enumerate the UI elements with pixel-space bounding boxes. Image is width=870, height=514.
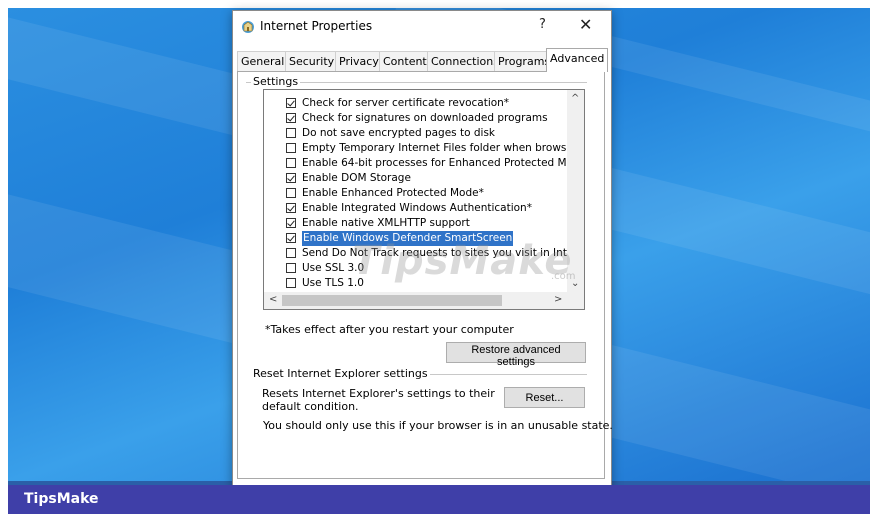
setting-checkbox[interactable]: [286, 113, 296, 123]
tab-general[interactable]: General: [237, 51, 289, 71]
tab-connections[interactable]: Connections: [427, 51, 503, 71]
setting-checkbox[interactable]: [286, 278, 296, 288]
setting-checkbox[interactable]: [286, 98, 296, 108]
title-bar: Internet Properties ? ✕: [233, 11, 611, 43]
horizontal-scrollbar[interactable]: < >: [264, 292, 584, 309]
setting-label: Empty Temporary Internet Files folder wh…: [302, 142, 585, 154]
restore-advanced-settings-button[interactable]: Restore advanced settings: [446, 342, 586, 368]
tab-security[interactable]: Security: [285, 51, 339, 71]
setting-checkbox[interactable]: [286, 263, 296, 273]
internet-options-icon: [242, 21, 254, 33]
reset-group-label: Reset Internet Explorer settings: [251, 367, 430, 380]
tab-privacy[interactable]: Privacy: [335, 51, 383, 71]
setting-checkbox[interactable]: [286, 188, 296, 198]
tab-content[interactable]: Content: [379, 51, 431, 71]
scroll-up-icon[interactable]: ^: [571, 93, 579, 104]
dialog-title: Internet Properties: [260, 19, 373, 33]
setting-label: Check for server certificate revocation*: [302, 97, 510, 109]
footer-bar: TipsMake: [8, 485, 870, 514]
watermark: TipsMake: [352, 238, 573, 284]
setting-checkbox[interactable]: [286, 248, 296, 258]
setting-label: Enable DOM Storage: [302, 172, 411, 184]
setting-checkbox[interactable]: [286, 143, 296, 153]
setting-checkbox[interactable]: [286, 233, 296, 243]
settings-group-label: Settings: [251, 75, 301, 88]
setting-checkbox[interactable]: [286, 203, 296, 213]
reset-warning: You should only use this if your browser…: [263, 419, 613, 432]
setting-checkbox[interactable]: [286, 173, 296, 183]
tab-advanced[interactable]: Advanced: [546, 48, 609, 72]
horizontal-scroll-thumb[interactable]: [282, 295, 502, 306]
setting-label: Enable native XMLHTTP support: [302, 217, 470, 229]
reset-description: Resets Internet Explorer's settings to t…: [262, 387, 495, 413]
help-button[interactable]: ?: [539, 17, 546, 32]
close-button[interactable]: ✕: [579, 15, 592, 34]
setting-checkbox[interactable]: [286, 158, 296, 168]
restart-note: *Takes effect after you restart your com…: [265, 323, 514, 336]
watermark-suffix: .com: [551, 271, 576, 282]
scroll-left-icon[interactable]: <: [269, 294, 277, 305]
setting-checkbox[interactable]: [286, 128, 296, 138]
scroll-right-icon[interactable]: >: [554, 294, 562, 305]
setting-label: Do not save encrypted pages to disk: [302, 127, 496, 139]
setting-label: Enable Enhanced Protected Mode*: [302, 187, 484, 199]
setting-label: Check for signatures on downloaded progr…: [302, 112, 548, 124]
reset-button[interactable]: Reset...: [504, 387, 585, 408]
setting-label: Enable 64-bit processes for Enhanced Pro…: [302, 157, 585, 169]
setting-label: Enable Integrated Windows Authentication…: [302, 202, 532, 214]
setting-checkbox[interactable]: [286, 218, 296, 228]
footer-brand: TipsMake: [24, 491, 99, 507]
